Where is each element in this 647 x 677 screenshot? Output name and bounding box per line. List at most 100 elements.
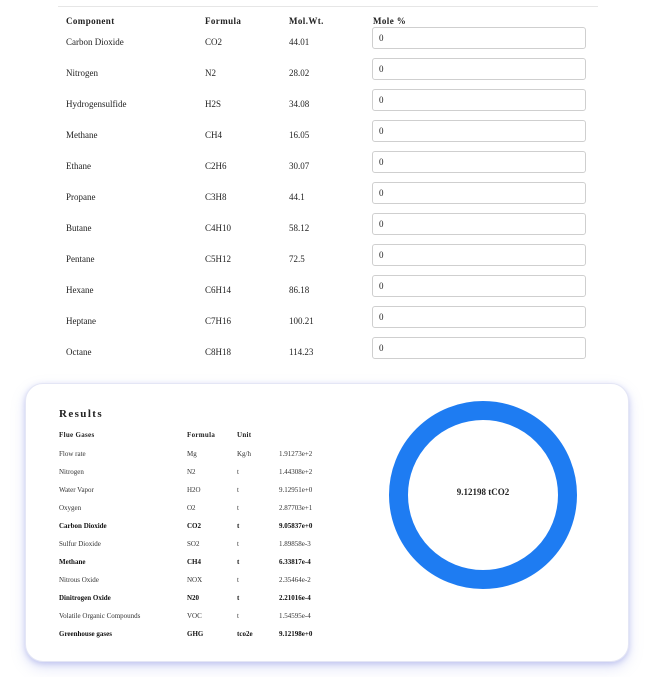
component-mol-wt: 114.23 — [289, 347, 314, 357]
component-table: Component Formula Mol.Wt. Mole % Carbon … — [58, 6, 598, 374]
component-formula: C6H14 — [205, 285, 232, 295]
result-formula: H2O — [187, 486, 201, 494]
header-mol-wt: Mol.Wt. — [289, 16, 324, 26]
result-gas: Nitrous Oxide — [59, 576, 99, 584]
result-formula: NOX — [187, 576, 203, 584]
component-mol-wt: 72.5 — [289, 254, 305, 264]
component-row: Octane C8H18 114.23 — [58, 337, 598, 374]
header-unit: Unit — [237, 431, 252, 439]
result-unit: t — [237, 522, 240, 530]
component-name: Hexane — [66, 285, 94, 295]
component-name: Methane — [66, 130, 98, 140]
result-value: 9.05837e+0 — [279, 522, 313, 530]
component-mol-wt: 86.18 — [289, 285, 310, 295]
component-formula: C5H12 — [205, 254, 232, 264]
component-name: Butane — [66, 223, 92, 233]
result-unit: Kg/h — [237, 450, 251, 458]
mole-percent-input[interactable] — [372, 120, 586, 142]
header-formula: Formula — [205, 16, 242, 26]
component-name: Carbon Dioxide — [66, 37, 124, 47]
results-row: Water Vapor H2O t 9.12951e+0 — [59, 482, 349, 500]
component-name: Hydrogensulfide — [66, 99, 127, 109]
results-row: Flow rate Mg Kg/h 1.91273e+2 — [59, 446, 349, 464]
result-formula: GHG — [187, 630, 204, 638]
component-mol-wt: 30.07 — [289, 161, 310, 171]
component-formula: CH4 — [205, 130, 223, 140]
results-card: Results Flue Gases Formula Unit Flow rat… — [25, 383, 629, 662]
mole-percent-input[interactable] — [372, 27, 586, 49]
mole-percent-input[interactable] — [372, 182, 586, 204]
results-row: Dinitrogen Oxide N20 t 2.21016e-4 — [59, 590, 349, 608]
result-unit: t — [237, 486, 239, 494]
result-gas: Flow rate — [59, 450, 86, 458]
mole-percent-input[interactable] — [372, 151, 586, 173]
result-value: 1.91273e+2 — [279, 450, 313, 458]
mole-percent-input[interactable] — [372, 89, 586, 111]
result-formula: N2 — [187, 468, 196, 476]
component-formula: CO2 — [205, 37, 223, 47]
results-row: Greenhouse gases GHG tco2e 9.12198e+0 — [59, 626, 349, 644]
result-gas: Carbon Dioxide — [59, 522, 107, 530]
header-mole-pct: Mole % — [373, 16, 407, 26]
mole-percent-input[interactable] — [372, 213, 586, 235]
component-mol-wt: 44.01 — [289, 37, 310, 47]
results-row: Nitrous Oxide NOX t 2.35464e-2 — [59, 572, 349, 590]
mole-percent-input[interactable] — [372, 337, 586, 359]
result-gas: Greenhouse gases — [59, 630, 112, 638]
mole-percent-input[interactable] — [372, 244, 586, 266]
result-value: 6.33817e-4 — [279, 558, 311, 566]
result-value: 2.87703e+1 — [279, 504, 313, 512]
component-mol-wt: 16.05 — [289, 130, 310, 140]
results-rows: Flow rate Mg Kg/h 1.91273e+2 Nitrogen N2 t 1.44… — [59, 446, 349, 644]
mole-percent-input[interactable] — [372, 275, 586, 297]
result-gas: Sulfur Dioxide — [59, 540, 101, 548]
result-gas: Volatile Organic Compounds — [59, 612, 141, 620]
result-unit: tco2e — [237, 630, 253, 638]
component-name: Octane — [66, 347, 92, 357]
ghg-gauge: 9.12198 tCO2 — [389, 401, 577, 589]
result-gas: Water Vapor — [59, 486, 94, 494]
result-formula: CO2 — [187, 522, 201, 530]
results-row: Carbon Dioxide CO2 t 9.05837e+0 — [59, 518, 349, 536]
header-flue-gases: Flue Gases — [59, 431, 95, 439]
gauge-label: 9.12198 tCO2 — [456, 487, 510, 497]
component-formula: N2 — [205, 68, 216, 78]
result-unit: t — [237, 504, 239, 512]
component-mol-wt: 34.08 — [289, 99, 310, 109]
result-gas: Oxygen — [59, 504, 82, 512]
result-gas: Dinitrogen Oxide — [59, 594, 111, 602]
result-value: 2.35464e-2 — [279, 576, 311, 584]
result-unit: t — [237, 540, 239, 548]
result-gas: Methane — [59, 558, 86, 566]
component-name: Pentane — [66, 254, 95, 264]
component-mol-wt: 58.12 — [289, 223, 310, 233]
component-formula: C2H6 — [205, 161, 227, 171]
component-name: Propane — [66, 192, 96, 202]
component-formula: C7H16 — [205, 316, 232, 326]
component-mol-wt: 28.02 — [289, 68, 310, 78]
result-gas: Nitrogen — [59, 468, 84, 476]
mole-percent-input[interactable] — [372, 58, 586, 80]
result-value: 9.12951e+0 — [279, 486, 313, 494]
component-formula: H2S — [205, 99, 222, 109]
result-value: 9.12198e+0 — [279, 630, 313, 638]
result-unit: t — [237, 594, 240, 602]
results-table-header: Flue Gases Formula Unit — [59, 431, 349, 443]
results-title: Results — [59, 408, 104, 420]
header-component: Component — [66, 16, 115, 26]
mole-percent-input[interactable] — [372, 306, 586, 328]
result-formula: N20 — [187, 594, 200, 602]
header-formula: Formula — [187, 431, 216, 439]
component-formula: C3H8 — [205, 192, 227, 202]
result-formula: O2 — [187, 504, 196, 512]
component-formula: C4H10 — [205, 223, 232, 233]
result-unit: t — [237, 576, 239, 584]
result-value: 2.21016e-4 — [279, 594, 311, 602]
results-row: Nitrogen N2 t 1.44308e+2 — [59, 464, 349, 482]
component-mol-wt: 100.21 — [289, 316, 314, 326]
result-unit: t — [237, 558, 240, 566]
result-formula: SO2 — [187, 540, 200, 548]
component-name: Nitrogen — [66, 68, 98, 78]
result-formula: CH4 — [187, 558, 201, 566]
component-mol-wt: 44.1 — [289, 192, 305, 202]
